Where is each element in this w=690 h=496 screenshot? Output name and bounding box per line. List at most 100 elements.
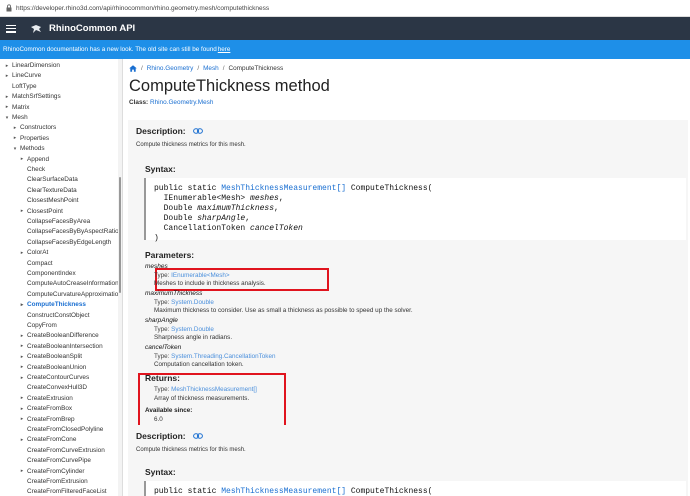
chevron-right-icon[interactable]: ▸ <box>19 395 25 401</box>
sidebar-item[interactable]: ▸ ComputeThickness <box>19 299 86 310</box>
chevron-right-icon[interactable]: ▸ <box>4 94 10 100</box>
chevron-right-icon[interactable]: ▸ <box>19 333 25 339</box>
chevron-right-icon[interactable]: ▸ <box>19 364 25 370</box>
sidebar-item[interactable]: CreateFromFilteredFaceList <box>19 486 107 496</box>
chevron-right-icon[interactable]: ▸ <box>19 416 25 422</box>
sidebar-item[interactable]: ▸ CreateFromCylinder <box>19 466 85 477</box>
sidebar-item[interactable]: ▸ CreateFromBrep <box>19 414 75 425</box>
chevron-right-icon[interactable]: ▸ <box>19 208 25 214</box>
notice-link[interactable]: here <box>218 46 231 53</box>
description-heading: Description: <box>136 431 203 441</box>
sidebar-item[interactable]: CopyFrom <box>19 320 57 331</box>
breadcrumb-mesh[interactable]: Mesh <box>203 65 219 72</box>
param-name: sharpAngle <box>145 317 178 324</box>
sidebar-item-label: Constructors <box>20 124 57 132</box>
chevron-right-icon[interactable]: ▸ <box>19 406 25 412</box>
link-icon[interactable] <box>192 433 203 439</box>
sidebar-item[interactable]: ComputeAutoCreaseInformation <box>19 278 119 289</box>
sidebar-item[interactable]: CollapseFacesByByAspectRatio <box>19 226 119 237</box>
sidebar-item[interactable]: ▸ MatchSrfSettings <box>4 91 61 102</box>
chevron-right-icon[interactable]: ▸ <box>4 104 10 110</box>
sidebar-item[interactable]: ClearTextureData <box>19 185 77 196</box>
param-type-link[interactable]: System.Double <box>171 326 214 333</box>
sidebar-item-label: ComponentIndex <box>27 270 76 277</box>
returns-type-link[interactable]: MeshThicknessMeasurement[] <box>171 386 257 393</box>
chevron-down-icon[interactable]: ▾ <box>4 115 10 121</box>
sidebar-item[interactable]: CreateFromExtrusion <box>19 476 88 487</box>
sidebar-item-label: CreateFromBox <box>27 405 73 413</box>
sidebar-scrollbar-thumb[interactable] <box>119 177 121 293</box>
sidebar-item[interactable]: Compact <box>19 258 53 269</box>
sidebar-item[interactable]: ClosestMeshPoint <box>19 195 79 206</box>
code-type-link[interactable]: MeshThicknessMeasurement[] <box>221 487 346 496</box>
code-type-link[interactable]: MeshThicknessMeasurement[] <box>221 184 346 193</box>
parameters-heading-text: Parameters: <box>145 250 195 260</box>
chevron-right-icon[interactable]: ▸ <box>4 63 10 69</box>
sidebar-item[interactable]: ComponentIndex <box>19 268 76 279</box>
chevron-down-icon[interactable]: ▾ <box>12 146 18 152</box>
sidebar-item[interactable]: ▸ CreateBooleanIntersection <box>19 341 103 352</box>
chevron-right-icon[interactable]: ▸ <box>12 125 18 131</box>
sidebar-item[interactable]: ▾ Mesh <box>4 112 28 123</box>
chevron-right-icon[interactable]: ▸ <box>19 468 25 474</box>
chevron-right-icon[interactable]: ▸ <box>19 375 25 381</box>
app-title[interactable]: RhinoCommon API <box>49 23 135 34</box>
param-type-link[interactable]: System.Double <box>171 299 214 306</box>
sidebar-item[interactable]: ▸ Constructors <box>12 122 57 133</box>
description-heading: Description: <box>136 126 203 136</box>
syntax-heading: Syntax: <box>145 164 176 174</box>
sidebar-item-label: ClearSurfaceData <box>27 176 78 184</box>
sidebar-item[interactable]: ▾ Methods <box>12 143 45 154</box>
sidebar-item[interactable]: CollapseFacesByEdgeLength <box>19 237 111 248</box>
sidebar-item[interactable]: ▸ Matrix <box>4 102 30 113</box>
param-type-link[interactable]: IEnumerable<Mesh> <box>171 272 229 279</box>
chevron-right-icon[interactable]: ▸ <box>4 73 10 79</box>
chevron-right-icon[interactable]: ▸ <box>19 437 25 443</box>
sidebar-item[interactable]: ▸ CreateFromCone <box>19 434 77 445</box>
sidebar-item[interactable]: CollapseFacesByArea <box>19 216 90 227</box>
home-icon[interactable] <box>129 65 137 72</box>
sidebar-item[interactable]: ▸ CreateFromBox <box>19 403 72 414</box>
parameters-heading: Parameters: <box>145 250 194 260</box>
sidebar-item[interactable]: ▸ ClosestPoint <box>19 206 63 217</box>
sidebar-item[interactable]: CreateFromCurveExtrusion <box>19 445 105 456</box>
breadcrumb-rhino-geometry[interactable]: Rhino.Geometry <box>147 65 194 72</box>
sidebar-item[interactable]: ▸ Properties <box>12 133 49 144</box>
sidebar-item[interactable]: ▸ CreateContourCurves <box>19 372 89 383</box>
browser-url-bar[interactable]: https://developer.rhino3d.com/api/rhinoc… <box>0 0 690 17</box>
chevron-right-icon[interactable]: ▸ <box>19 343 25 349</box>
sidebar-item[interactable]: ClearSurfaceData <box>19 174 78 185</box>
chevron-right-icon[interactable]: ▸ <box>19 156 25 162</box>
param-type-link[interactable]: System.Threading.CancellationToken <box>171 353 275 360</box>
class-line: Class: Rhino.Geometry.Mesh <box>129 99 213 106</box>
sidebar-item[interactable]: ▸ LineCurve <box>4 70 41 81</box>
sidebar-item[interactable]: LoftType <box>4 81 37 92</box>
hamburger-menu-icon[interactable] <box>6 24 16 33</box>
chevron-right-icon[interactable]: ▸ <box>19 302 25 308</box>
link-icon[interactable] <box>192 128 203 134</box>
sidebar-item-label: ClearTextureData <box>27 186 77 194</box>
sidebar-item[interactable]: ComputeCurvatureApproximation <box>19 289 122 300</box>
sidebar-item[interactable]: ▸ ColorAt <box>19 247 49 258</box>
chevron-right-icon[interactable]: ▸ <box>19 250 25 256</box>
sidebar-item[interactable]: ▸ CreateExtrusion <box>19 393 73 404</box>
returns-heading: Returns: <box>145 373 180 383</box>
sidebar-item[interactable]: ▸ CreateBooleanUnion <box>19 362 87 373</box>
param-desc: Computation cancellation token. <box>154 361 244 368</box>
sidebar-item[interactable]: CreateFromCurvePipe <box>19 455 91 466</box>
chevron-right-icon[interactable]: ▸ <box>19 354 25 360</box>
sidebar-item[interactable]: ConstructConstObject <box>19 310 90 321</box>
code-param: meshes <box>250 194 279 203</box>
sidebar-item[interactable]: Check <box>19 164 45 175</box>
sidebar-item[interactable]: CreateFromClosedPolyline <box>19 424 103 435</box>
sidebar-nav: ▸ LinearDimension ▸ LineCurve LoftType ▸ Match… <box>0 59 123 496</box>
param-type: Type: System.Double <box>154 326 214 333</box>
rhino-logo-icon[interactable] <box>30 24 42 34</box>
sidebar-item[interactable]: CreateConvexHull3D <box>19 382 87 393</box>
chevron-right-icon[interactable]: ▸ <box>12 135 18 141</box>
sidebar-item[interactable]: ▸ CreateBooleanSplit <box>19 351 82 362</box>
sidebar-item[interactable]: ▸ LinearDimension <box>4 60 60 71</box>
sidebar-item[interactable]: ▸ CreateBooleanDifference <box>19 330 99 341</box>
class-link[interactable]: Rhino.Geometry.Mesh <box>150 99 213 106</box>
sidebar-item[interactable]: ▸ Append <box>19 154 49 165</box>
